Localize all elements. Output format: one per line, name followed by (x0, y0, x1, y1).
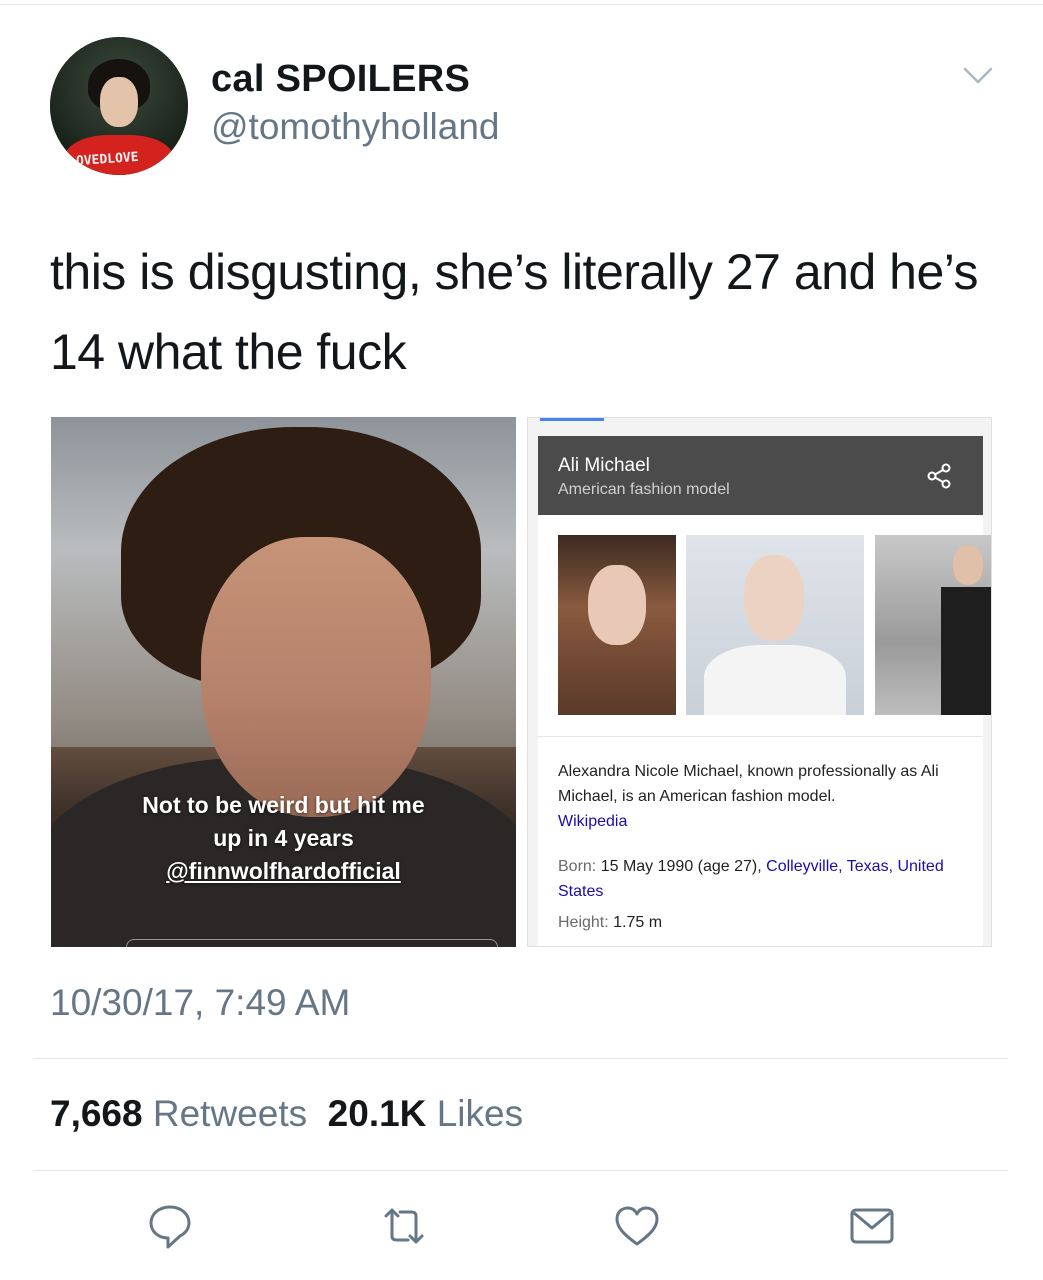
display-name[interactable]: cal SPOILERS (211, 58, 470, 101)
divider (34, 1170, 1008, 1171)
tab-indicator (540, 418, 604, 421)
caption-line-2: up in 4 years (213, 825, 354, 851)
chevron-down-icon[interactable] (963, 66, 993, 86)
caption-mention: @finnwolfhardofficial (166, 858, 401, 884)
panel-subtitle: American fashion model (558, 481, 730, 498)
panel-header: Ali Michael American fashion model (538, 436, 983, 515)
panel-image-2 (686, 535, 864, 715)
tweet-stats: 7,668 Retweets 20.1K Likes (50, 1093, 523, 1135)
reply-icon[interactable] (146, 1202, 194, 1250)
top-divider (0, 4, 1043, 5)
retweets-count: 7,668 (50, 1093, 143, 1134)
likes-stat[interactable]: 20.1K Likes (328, 1093, 523, 1134)
height-label: Height: (558, 914, 609, 931)
caption-line-1: Not to be weird but hit me (142, 792, 425, 818)
media-photo-right[interactable]: Ali Michael American fashion model Alexa… (527, 417, 992, 947)
message-icon[interactable] (848, 1202, 896, 1250)
share-icon (927, 463, 951, 489)
retweets-stat[interactable]: 7,668 Retweets (50, 1093, 307, 1134)
panel-born: Born: 15 May 1990 (age 27), Colleyville,… (558, 854, 968, 904)
panel-height: Height: 1.75 m (558, 914, 662, 932)
media-photo-left[interactable]: Not to be weird but hit me up in 4 years… (51, 417, 516, 947)
like-icon[interactable] (613, 1202, 661, 1250)
story-reply-bar (126, 939, 498, 947)
panel-image-1 (558, 535, 676, 715)
photo-caption: Not to be weird but hit me up in 4 years… (51, 789, 516, 888)
born-value: 15 May 1990 (age 27), (600, 858, 762, 875)
likes-count: 20.1K (327, 1093, 427, 1134)
likes-label: Likes (436, 1093, 524, 1134)
retweet-icon[interactable] (380, 1202, 428, 1250)
divider (34, 1058, 1008, 1059)
avatar-face (100, 77, 138, 127)
tweet-timestamp: 10/30/17, 7:49 AM (50, 982, 351, 1023)
avatar[interactable]: OVEDLOVE (50, 37, 188, 175)
description-text: Alexandra Nicole Michael, known professi… (558, 763, 939, 805)
panel-divider (538, 736, 983, 737)
user-handle[interactable]: @tomothyholland (211, 106, 500, 148)
panel-title: Ali Michael (558, 455, 650, 476)
knowledge-panel: Ali Michael American fashion model Alexa… (538, 436, 991, 946)
wikipedia-link: Wikipedia (558, 813, 628, 830)
panel-description: Alexandra Nicole Michael, known professi… (558, 759, 968, 834)
born-label: Born: (558, 858, 597, 875)
retweets-label: Retweets (152, 1093, 308, 1134)
photo-face (201, 537, 431, 817)
height-value: 1.75 m (613, 914, 663, 931)
tweet-text: this is disgusting, she’s literally 27 a… (50, 244, 978, 380)
panel-image-3 (875, 535, 991, 715)
